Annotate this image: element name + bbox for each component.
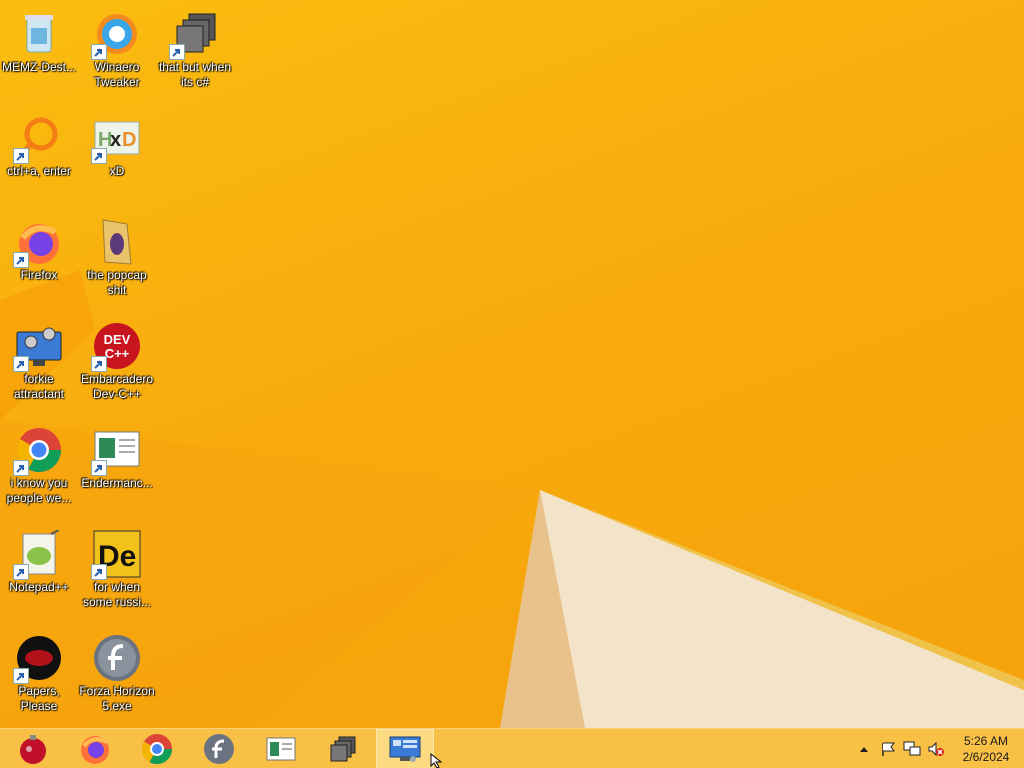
flash-icon [93, 634, 141, 682]
recycle-bin-icon [15, 10, 63, 58]
desktop-icon-label: i know you people we... [6, 476, 72, 505]
document-taskbar-icon [266, 737, 296, 761]
desktop-icon-ctrl-a-enter[interactable]: ctrl+a, enter [0, 106, 78, 206]
desktop-icon-label: MEMZ-Dest... [2, 60, 76, 74]
chrome-taskbar-icon [141, 734, 172, 765]
desktop-icon-label: Papers, Please [18, 684, 60, 713]
chrome-icon [13, 426, 63, 476]
firefox-taskbar-icon [81, 736, 109, 764]
mouse-cursor-icon [430, 753, 443, 768]
network-button[interactable] [900, 729, 924, 768]
desktop-icon-csharp[interactable]: that but when its c# [156, 2, 234, 102]
volume-muted-icon [928, 741, 944, 757]
shortcut-arrow-icon [91, 460, 107, 476]
shortcut-arrow-icon [13, 564, 29, 580]
show-hidden-icons-button[interactable] [852, 729, 876, 768]
desktop-icon-endermanch[interactable]: Endermanc... [78, 418, 156, 518]
taskbar-button-ornament[interactable] [4, 729, 62, 768]
volume-button[interactable] [924, 729, 948, 768]
clock[interactable]: 5:26 AM 2/6/2024 [948, 733, 1024, 765]
shortcut-arrow-icon [91, 356, 107, 372]
desktop-icon-notepadpp[interactable]: Notepad++ [0, 522, 78, 622]
shortcut-arrow-icon [13, 356, 29, 372]
svg-text:D: D [122, 129, 136, 151]
desktop-icon-label: Embarcadero Dev-C++ [80, 372, 154, 401]
ornament-app-icon [20, 735, 46, 764]
winaero-tweaker-icon [91, 10, 141, 60]
shortcut-arrow-icon [13, 148, 29, 164]
taskbar-button-firefox[interactable] [66, 729, 124, 768]
folder-icon [93, 218, 141, 266]
control-panel-taskbar-icon [389, 736, 421, 762]
svg-text:DEV: DEV [104, 332, 131, 347]
taskbar-button-chrome[interactable] [128, 729, 186, 768]
shortcut-arrow-icon [91, 564, 107, 580]
desktop-icon-label: forkie attractant [13, 372, 65, 401]
taskbar-button-flash[interactable] [190, 729, 248, 768]
magnifier-icon [13, 114, 63, 164]
clock-date: 2/6/2024 [962, 750, 1010, 764]
shortcut-arrow-icon [13, 460, 29, 476]
taskbar: 5:26 AM 2/6/2024 [0, 728, 1024, 768]
desktop-icon-winaero[interactable]: Winaero Tweaker [78, 2, 156, 102]
desktop-icon-devcpp[interactable]: DEV C++ Embarcadero Dev-C++ [78, 314, 156, 414]
network-icon [903, 741, 921, 756]
hxd-icon: HxD [91, 114, 141, 164]
desktop-icon-label: Winaero Tweaker [94, 60, 140, 89]
taskbar-button-control-panel[interactable] [376, 729, 434, 768]
desktop-icon-memz[interactable]: MEMZ-Dest... [0, 2, 78, 102]
desktop-icon-label: Forza Horizon 5.exe [79, 684, 155, 713]
desktop-icon-firefox[interactable]: Firefox [0, 210, 78, 310]
notepadpp-icon [13, 529, 63, 580]
firefox-icon [13, 218, 63, 268]
svg-text:x: x [110, 129, 121, 151]
desktop-icon-label: that but when its c# [158, 60, 232, 89]
desktop-icon-label: for when some russi... [82, 580, 151, 609]
desktop-icon-label: ctrl+a, enter [7, 164, 71, 178]
shortcut-arrow-icon [169, 44, 185, 60]
action-center-button[interactable] [876, 729, 900, 768]
stacked-windows-taskbar-icon [330, 736, 356, 762]
desktop-icon-label: the popcap shit [87, 268, 147, 297]
desktop-icon-russian[interactable]: De for when some russi... [78, 522, 156, 622]
system-tray: 5:26 AM 2/6/2024 [852, 729, 1024, 768]
desktop-icon-xd[interactable]: HxD xD [78, 106, 156, 206]
desktop-icon-forza[interactable]: Forza Horizon 5.exe [78, 626, 156, 726]
flash-taskbar-icon [204, 734, 234, 764]
shortcut-arrow-icon [13, 668, 29, 684]
desktop-icon-forkie[interactable]: forkie attractant [0, 314, 78, 414]
computer-gears-icon [13, 322, 63, 372]
desktop-icon-label: Firefox [20, 268, 58, 282]
taskbar-button-stacked[interactable] [314, 729, 372, 768]
document-window-icon [91, 426, 141, 476]
clock-time: 5:26 AM [963, 734, 1009, 748]
devcpp-icon: DEV C++ [91, 322, 141, 372]
papers-please-icon [13, 634, 63, 684]
desktop-icon-popcap[interactable]: the popcap shit [78, 210, 156, 310]
chevron-up-icon [860, 747, 868, 752]
shortcut-arrow-icon [91, 148, 107, 164]
desktop-icon-label: Notepad++ [9, 580, 69, 594]
shortcut-arrow-icon [13, 252, 29, 268]
stacked-windows-icon [169, 10, 219, 60]
taskbar-button-document[interactable] [252, 729, 310, 768]
desktop-icon-label: Endermanc... [81, 476, 153, 490]
de-icon: De [91, 530, 141, 580]
desktop-icon-label: xD [109, 164, 125, 178]
flag-icon [882, 742, 895, 756]
svg-text:C++: C++ [105, 346, 130, 361]
desktop-icon-chrome[interactable]: i know you people we... [0, 418, 78, 518]
desktop-icon-papers-please[interactable]: Papers, Please [0, 626, 78, 726]
desktop[interactable]: MEMZ-Dest... ctrl+a, enter Firefox forki… [0, 0, 1024, 728]
shortcut-arrow-icon [91, 44, 107, 60]
